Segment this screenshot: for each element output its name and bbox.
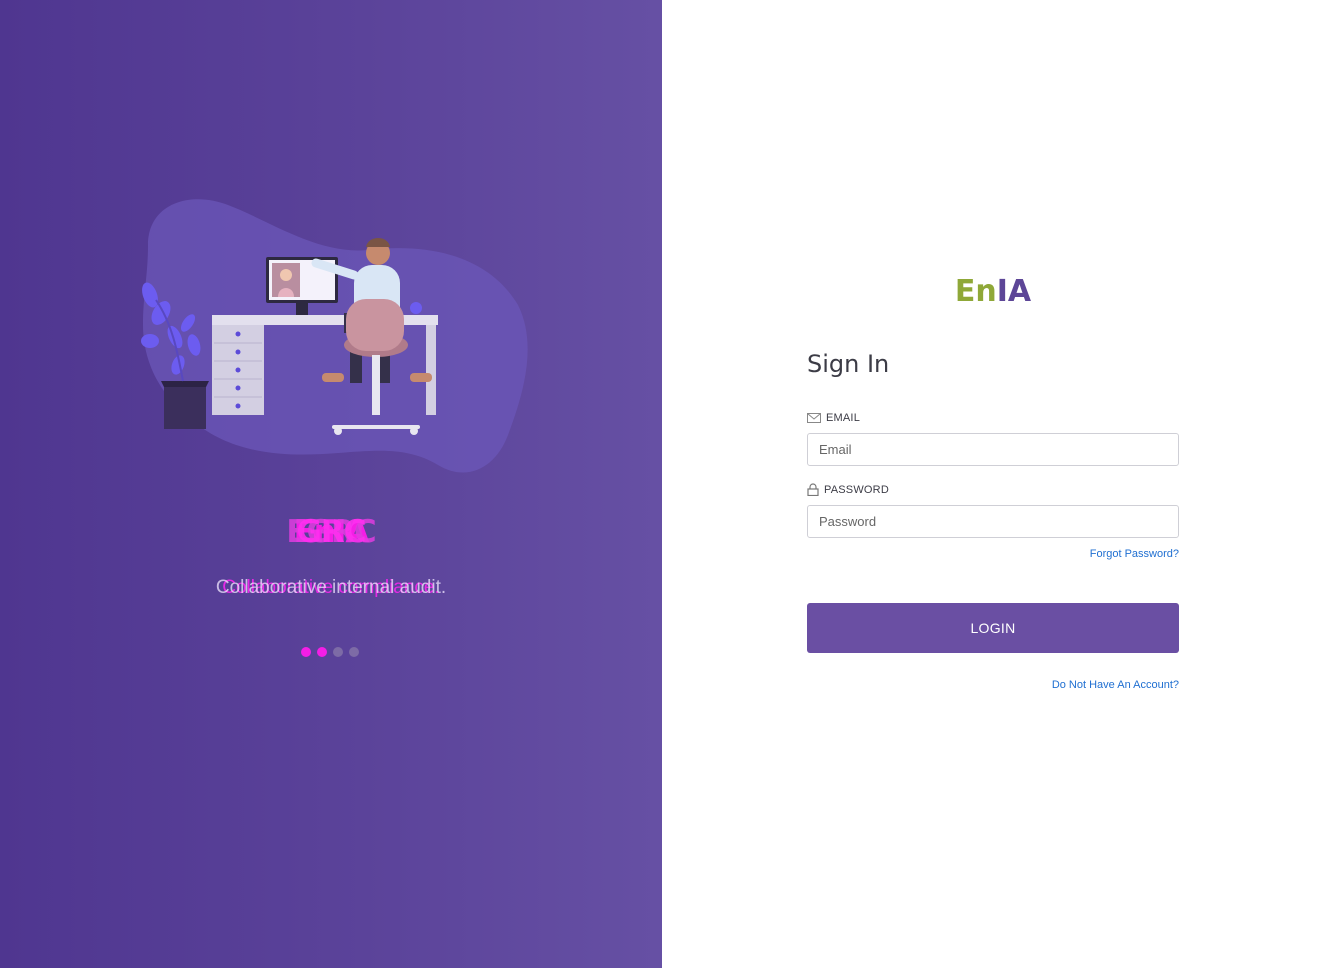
carousel-dot[interactable]: [317, 647, 327, 657]
brand-logo-part1: En: [954, 274, 997, 309]
login-panel: EnIA Sign In EMAIL PASSWORD Forgot Passw…: [662, 0, 1324, 968]
desk-illustration: [141, 199, 528, 473]
sign-in-title: Sign In: [807, 350, 890, 378]
email-label-text: EMAIL: [826, 412, 861, 424]
brand-logo-part2: IA: [996, 274, 1032, 309]
forgot-password-link[interactable]: Forgot Password?: [1090, 548, 1179, 560]
sign-up-link[interactable]: Do Not Have An Account?: [1052, 679, 1179, 691]
left-panel: EnIA EGRC GRC Collaborative compliance. …: [0, 0, 662, 968]
envelope-icon: [807, 413, 821, 423]
carousel-slide-subtitle: Collaborative internal audit.: [215, 577, 447, 598]
brand-logo: EnIA: [662, 274, 1324, 310]
email-field[interactable]: [807, 433, 1179, 466]
carousel-dots: [301, 647, 359, 657]
carousel-slide-title: GRC: [296, 514, 366, 550]
email-label: EMAIL: [807, 412, 860, 424]
carousel-dot[interactable]: [333, 647, 343, 657]
password-field[interactable]: [807, 505, 1179, 538]
lock-icon: [807, 483, 819, 496]
carousel-dot[interactable]: [301, 647, 311, 657]
password-label: PASSWORD: [807, 483, 889, 496]
password-label-text: PASSWORD: [824, 483, 889, 496]
carousel-dot[interactable]: [349, 647, 359, 657]
login-button[interactable]: LOGIN: [807, 603, 1179, 653]
